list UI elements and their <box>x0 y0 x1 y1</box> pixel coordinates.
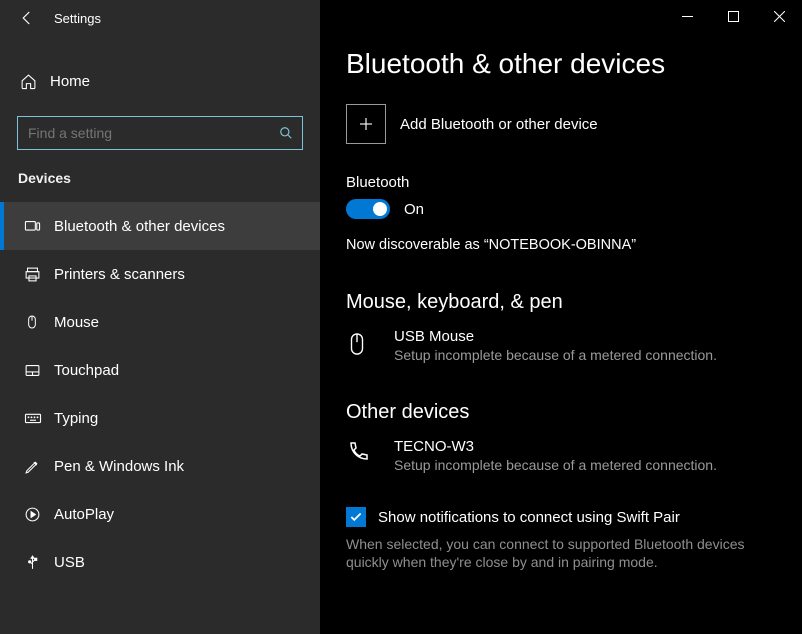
add-device-button[interactable]: Add Bluetooth or other device <box>346 104 802 144</box>
sidebar-item-label: Pen & Windows Ink <box>54 458 184 475</box>
sidebar-item-autoplay[interactable]: AutoPlay <box>0 490 320 538</box>
sidebar-item-label: Mouse <box>54 314 99 331</box>
device-row-usb-mouse[interactable]: USB Mouse Setup incomplete because of a … <box>346 328 802 363</box>
sidebar: Settings Home Devices Bluetooth & other … <box>0 0 320 634</box>
bluetooth-label: Bluetooth <box>346 174 802 191</box>
sidebar-item-label: AutoPlay <box>54 506 114 523</box>
sidebar-item-mouse[interactable]: Mouse <box>0 298 320 346</box>
close-button[interactable] <box>756 0 802 32</box>
usb-icon <box>24 554 54 571</box>
mouse-icon <box>24 314 54 330</box>
maximize-button[interactable] <box>710 0 756 32</box>
device-name: TECNO-W3 <box>394 438 717 455</box>
sidebar-item-typing[interactable]: Typing <box>0 394 320 442</box>
add-device-label: Add Bluetooth or other device <box>400 116 598 133</box>
swift-pair-checkbox[interactable] <box>346 507 366 527</box>
bluetooth-toggle-state: On <box>404 201 424 218</box>
minimize-button[interactable] <box>664 0 710 32</box>
sidebar-item-label: Typing <box>54 410 98 427</box>
sidebar-home[interactable]: Home <box>0 58 320 104</box>
sidebar-item-usb[interactable]: USB <box>0 538 320 586</box>
sidebar-item-printers[interactable]: Printers & scanners <box>0 250 320 298</box>
touchpad-icon <box>24 362 54 379</box>
devices-icon <box>24 218 54 235</box>
device-status: Setup incomplete because of a metered co… <box>394 457 717 473</box>
discoverable-text: Now discoverable as “NOTEBOOK-OBINNA” <box>346 237 802 253</box>
phone-device-icon <box>346 438 382 473</box>
printer-icon <box>24 266 54 283</box>
sidebar-item-label: Bluetooth & other devices <box>54 218 225 235</box>
mouse-device-icon <box>346 328 382 363</box>
search-icon <box>279 126 293 140</box>
plus-icon <box>346 104 386 144</box>
device-status: Setup incomplete because of a metered co… <box>394 347 717 363</box>
window-controls <box>664 0 802 32</box>
sidebar-nav: Bluetooth & other devices Printers & sca… <box>0 202 320 586</box>
autoplay-icon <box>24 506 54 523</box>
sidebar-home-label: Home <box>50 73 90 90</box>
device-name: USB Mouse <box>394 328 717 345</box>
section-other-header: Other devices <box>346 401 802 424</box>
sidebar-item-bluetooth[interactable]: Bluetooth & other devices <box>0 202 320 250</box>
sidebar-item-pen[interactable]: Pen & Windows Ink <box>0 442 320 490</box>
sidebar-item-touchpad[interactable]: Touchpad <box>0 346 320 394</box>
sidebar-section-header: Devices <box>0 150 320 196</box>
sidebar-item-label: Printers & scanners <box>54 266 185 283</box>
home-icon <box>20 73 50 90</box>
search-input[interactable] <box>17 116 303 150</box>
sidebar-item-label: Touchpad <box>54 362 119 379</box>
main-panel: Bluetooth & other devices Add Bluetooth … <box>320 0 802 634</box>
page-title: Bluetooth & other devices <box>346 48 802 80</box>
toggle-knob <box>373 202 387 216</box>
keyboard-icon <box>24 409 54 427</box>
swift-pair-description: When selected, you can connect to suppor… <box>346 535 802 571</box>
bluetooth-toggle[interactable] <box>346 199 390 219</box>
window-title: Settings <box>54 11 101 26</box>
sidebar-item-label: USB <box>54 554 85 571</box>
titlebar: Settings <box>0 0 320 36</box>
device-row-tecno[interactable]: TECNO-W3 Setup incomplete because of a m… <box>346 438 802 473</box>
section-mouse-header: Mouse, keyboard, & pen <box>346 291 802 314</box>
pen-icon <box>24 458 54 475</box>
swift-pair-label: Show notifications to connect using Swif… <box>378 509 680 526</box>
back-icon[interactable] <box>18 9 46 27</box>
